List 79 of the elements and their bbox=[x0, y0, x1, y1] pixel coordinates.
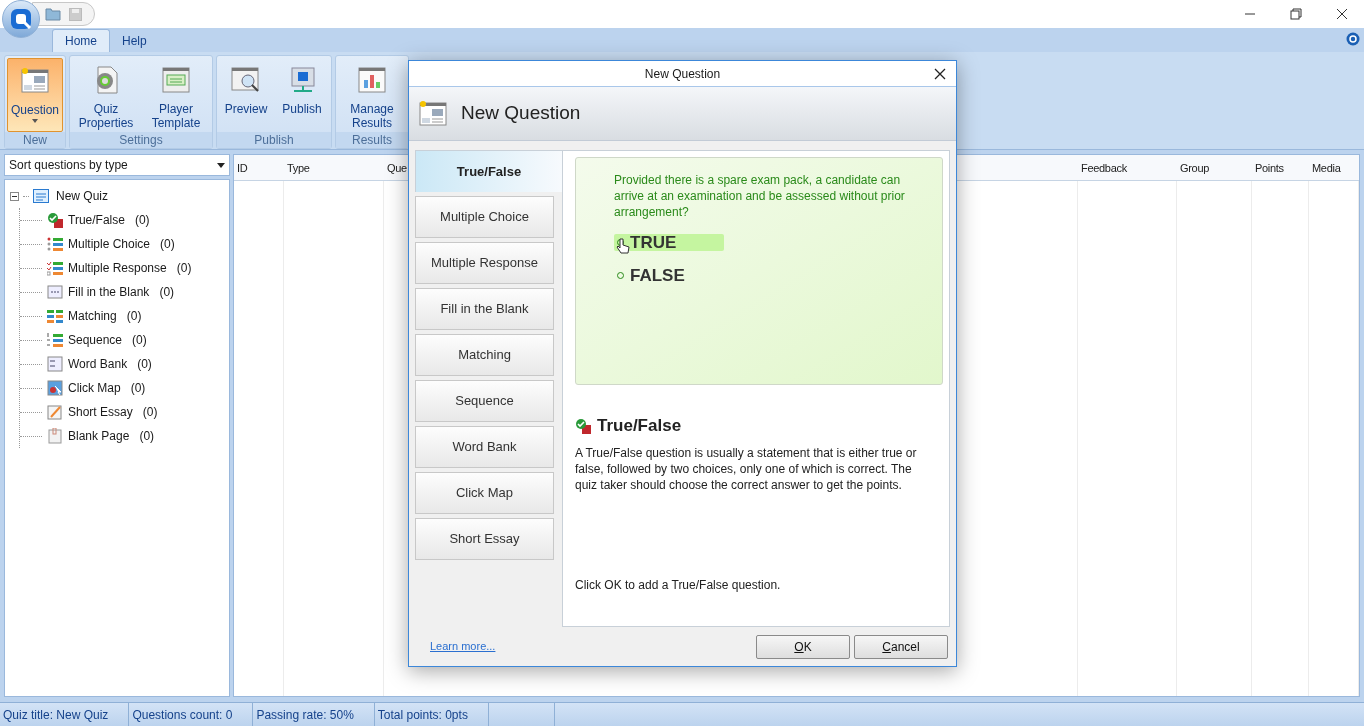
tree-item[interactable]: Word Bank (0) bbox=[20, 352, 224, 376]
caret-icon bbox=[217, 162, 225, 168]
tree-item[interactable]: Multiple Choice (0) bbox=[20, 232, 224, 256]
type-description: A True/False question is usually a statement that is either true or false, followed by two choices, only one of which is correct. The quiz taker should choose the correct answer to get the points. bbox=[575, 444, 918, 493]
pencil-note-icon bbox=[47, 404, 63, 420]
group-label: Publish bbox=[217, 132, 332, 148]
status-text: Total points: 0pts bbox=[374, 703, 489, 726]
help-icon[interactable] bbox=[1346, 32, 1360, 46]
ribbon-button[interactable]: Publish bbox=[275, 58, 330, 132]
type-title: True/False bbox=[597, 415, 682, 437]
question-type-tab[interactable]: Short Essay bbox=[415, 518, 554, 560]
text-field-icon bbox=[47, 284, 63, 300]
tree-item[interactable]: Sequence (0) bbox=[20, 328, 224, 352]
dialog-button[interactable]: Cancel bbox=[854, 634, 948, 659]
tree-item[interactable]: Blank Page (0) bbox=[20, 424, 224, 448]
sort-dropdown[interactable]: Sort questions by type bbox=[4, 154, 230, 176]
question-type-tab[interactable]: Matching bbox=[415, 334, 554, 376]
hint-text: Click OK to add a True/False question. bbox=[575, 577, 782, 594]
ribbon-button[interactable]: Quiz Properties bbox=[72, 58, 141, 132]
tree-item[interactable]: True/False (0) bbox=[20, 208, 224, 232]
tree-node[interactable]: New Quiz bbox=[10, 184, 224, 208]
check-cross-icon bbox=[47, 212, 63, 228]
map-pointer-icon bbox=[47, 380, 63, 396]
option-label: FALSE bbox=[630, 264, 685, 287]
ribbon-button[interactable]: Preview bbox=[219, 58, 274, 132]
check-cross-icon bbox=[575, 417, 591, 434]
restore-icon[interactable] bbox=[1290, 8, 1302, 20]
list-icon bbox=[47, 236, 63, 252]
column-header[interactable]: Media bbox=[1309, 155, 1359, 181]
folder-icon[interactable] bbox=[45, 7, 61, 21]
ribbon-button[interactable]: Manage Results bbox=[338, 58, 407, 132]
ribbon-button[interactable]: Player Template bbox=[142, 58, 211, 132]
ribbon-button[interactable]: Question bbox=[7, 58, 64, 132]
text-fields-icon bbox=[47, 356, 63, 372]
learn-more-link[interactable]: Learn more... bbox=[430, 638, 496, 655]
dialog-title: New Question bbox=[644, 65, 721, 83]
tree-item[interactable]: Click Map (0) bbox=[20, 376, 224, 400]
tree-item[interactable]: Fill in the Blank (0) bbox=[20, 280, 224, 304]
quiz-icon bbox=[33, 189, 49, 203]
ribbon-tab[interactable]: Home bbox=[52, 29, 110, 52]
grid-icon bbox=[47, 308, 63, 324]
collapse-toggle[interactable] bbox=[10, 191, 19, 201]
ordered-list-icon bbox=[47, 332, 63, 348]
question-type-tab[interactable]: Multiple Choice bbox=[415, 196, 554, 238]
question-type-tab[interactable]: True/False bbox=[415, 150, 562, 192]
window-icon bbox=[160, 64, 193, 96]
tree-item[interactable]: Short Essay (0) bbox=[20, 400, 224, 424]
answer-option[interactable]: TRUE bbox=[614, 234, 724, 251]
question-text: Provided there is a spare exam pack, a candidate can arrive at an examination and be assessed without prior arrangement? bbox=[614, 172, 906, 220]
status-text: Quiz title: New Quiz bbox=[0, 703, 130, 726]
question-type-tab[interactable]: Sequence bbox=[415, 380, 554, 422]
column-header[interactable]: Type bbox=[284, 155, 384, 181]
ribbon-tab[interactable]: Help bbox=[110, 29, 159, 52]
page-icon bbox=[47, 428, 63, 444]
tree-item[interactable]: Multiple Response (0) bbox=[20, 256, 224, 280]
status-text: Questions count: 0 bbox=[129, 703, 254, 726]
group-label: New bbox=[5, 132, 66, 148]
group-label: Results bbox=[336, 132, 409, 148]
close-icon[interactable] bbox=[1336, 8, 1348, 20]
column-header[interactable]: ID bbox=[234, 155, 284, 181]
hand-cursor-icon bbox=[616, 238, 630, 255]
question-type-tab[interactable]: Multiple Response bbox=[415, 242, 554, 284]
question-type-tab[interactable]: Word Bank bbox=[415, 426, 554, 468]
column-header[interactable]: Points bbox=[1252, 155, 1309, 181]
option-label: TRUE bbox=[630, 231, 677, 254]
tree-item[interactable]: Matching (0) bbox=[20, 304, 224, 328]
group-label: Settings bbox=[70, 132, 213, 148]
question-type-tab[interactable]: Click Map bbox=[415, 472, 554, 514]
answer-option[interactable]: FALSE bbox=[614, 267, 724, 284]
bar-chart-icon bbox=[356, 64, 389, 96]
column-header[interactable]: Feedback bbox=[1078, 155, 1177, 181]
logo-icon bbox=[10, 8, 32, 30]
column-header[interactable]: Group bbox=[1177, 155, 1252, 181]
checklist-icon bbox=[47, 260, 63, 276]
question-type-tab[interactable]: Fill in the Blank bbox=[415, 288, 554, 330]
dialog-button[interactable]: OK bbox=[756, 634, 850, 659]
status-text: Passing rate: 50% bbox=[253, 703, 375, 726]
close-icon[interactable] bbox=[934, 67, 946, 80]
header-title: New Question bbox=[461, 101, 581, 126]
